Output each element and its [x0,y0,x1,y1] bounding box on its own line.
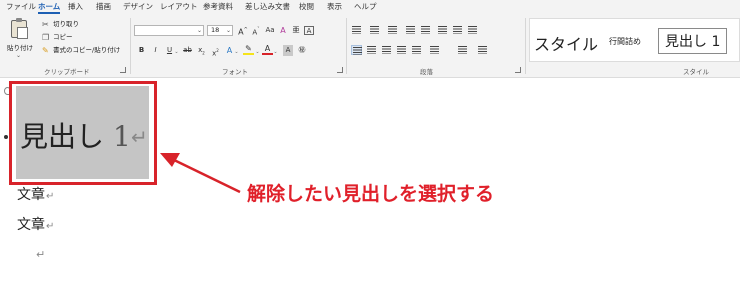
tab-help[interactable]: ヘルプ [354,0,377,14]
sort-icon[interactable] [437,25,448,35]
extend-format-icon[interactable] [467,25,478,35]
style-heading-1[interactable]: 見出し 1 [658,28,728,54]
highlight-icon[interactable]: ✎ [243,45,254,55]
phonetic-guide-icon[interactable]: 亜 [291,25,301,36]
tab-view[interactable]: 表示 [327,0,342,14]
copy-icon: ❐ [42,33,50,42]
chevron-down-icon[interactable]: ⌄ [234,45,239,56]
multilevel-list-icon[interactable] [387,25,398,35]
format-painter-button[interactable]: ✎ 書式のコピー/貼り付け [42,45,120,55]
tab-insert[interactable]: 挿入 [68,0,83,14]
italic-icon[interactable]: I [151,45,160,56]
chevron-down-icon: ⌄ [225,27,231,34]
char-shading-icon[interactable]: A [283,45,293,56]
style-standard[interactable]: スタイル [534,31,598,55]
annotation-callout: 解除したい見出しを選択する [247,183,495,205]
underline-icon[interactable]: U [165,45,174,56]
scissors-icon: ✂ [42,20,49,29]
paste-label: 貼り付け [7,44,33,52]
bullets-icon[interactable] [351,25,362,35]
tab-review[interactable]: 校閲 [299,0,314,14]
grow-font-icon[interactable]: A^ [238,25,248,37]
tab-draw[interactable]: 描画 [96,0,111,14]
shading-icon[interactable] [457,45,468,55]
char-border-icon[interactable]: A [304,26,314,35]
chevron-down-icon[interactable]: ⌄ [273,45,278,56]
font-color-icon[interactable]: A [262,45,273,55]
copy-button[interactable]: ❐ コピー [42,32,73,42]
tab-references[interactable]: 参考資料 [203,0,233,14]
tab-file[interactable]: ファイル [6,0,36,14]
superscript-icon[interactable]: x2 [211,45,220,57]
menu-bar: ファイル ホーム 挿入 描画 デザイン レイアウト 参考資料 差し込み文書 校閲… [0,0,740,14]
tab-layout[interactable]: レイアウト [160,0,198,14]
subscript-icon[interactable]: x2 [197,45,206,56]
numbering-icon[interactable] [369,25,380,35]
styles-gallery: スタイル 行間詰め 見出し 1 [529,18,740,62]
document-area[interactable]: 見出し 1 ↵ 文章↵ 文章↵ ↵ 解除したい見出しを選択する [0,79,740,303]
align-center-icon[interactable] [366,45,377,55]
chevron-down-icon[interactable]: ⌄ [255,45,260,56]
align-right-icon[interactable] [381,45,392,55]
styles-group-label: スタイル [683,68,709,76]
change-case-icon[interactable]: Aa [265,25,275,36]
enclose-char-icon[interactable]: ㊙ [297,45,307,56]
line-spacing-icon[interactable] [429,45,440,55]
text-effects-icon[interactable]: A [225,45,234,56]
paragraph-launcher-icon[interactable] [515,67,521,73]
decrease-indent-icon[interactable] [405,25,416,35]
chevron-down-icon: ⌄ [16,52,22,59]
increase-indent-icon[interactable] [420,25,431,35]
bold-icon[interactable]: B [137,45,146,56]
paragraph-group-label: 段落 [420,68,433,76]
cut-button[interactable]: ✂ 切り取り [42,19,79,29]
align-left-icon[interactable] [351,45,362,55]
font-name-combo[interactable]: ⌄ [134,25,204,36]
font-launcher-icon[interactable] [337,67,343,73]
borders-icon[interactable] [477,45,488,55]
chevron-down-icon[interactable]: ⌄ [174,45,179,56]
tab-mailings[interactable]: 差し込み文書 [245,0,290,14]
strikethrough-icon[interactable]: ab [183,45,192,56]
chevron-down-icon: ⌄ [196,27,202,34]
clear-format-icon[interactable]: A [278,25,288,36]
ribbon: 貼り付け ⌄ ✂ 切り取り ❐ コピー ✎ 書式のコピー/貼り付け クリップボード ⌄… [0,14,740,78]
shrink-font-icon[interactable]: Aˇ [251,25,261,36]
font-group-label: フォント [222,68,248,76]
show-marks-icon[interactable] [452,25,463,35]
clipboard-launcher-icon[interactable] [120,67,126,73]
clipboard-group-label: クリップボード [44,68,90,76]
brush-icon: ✎ [42,46,49,55]
paste-button[interactable]: 貼り付け ⌄ [6,18,33,62]
font-size-combo[interactable]: 18 ⌄ [207,25,233,36]
justify-icon[interactable] [396,45,407,55]
tab-home[interactable]: ホーム [38,0,61,14]
distribute-icon[interactable] [411,45,422,55]
tab-design[interactable]: デザイン [123,0,153,14]
style-no-spacing[interactable]: 行間詰め [609,36,641,47]
